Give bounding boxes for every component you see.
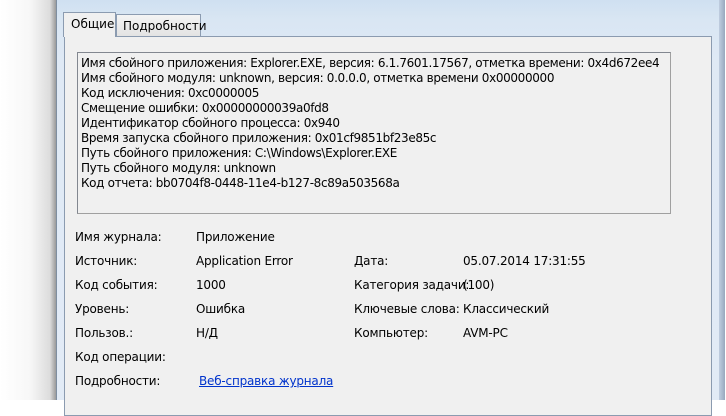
date-label: Дата: [354, 254, 389, 268]
event-log-online-help-link[interactable]: Веб-справка журнала [199, 373, 333, 389]
background-shadow [0, 0, 56, 400]
description-line: Имя сбойного приложения: Explorer.EXE, в… [81, 56, 660, 70]
user-label: Пользов.: [75, 326, 133, 340]
log-name-label: Имя журнала: [75, 230, 162, 244]
keywords-label: Ключевые слова: [354, 302, 460, 316]
description-line: Идентификатор сбойного процесса: 0x940 [81, 116, 340, 130]
description-line: Код отчета: bb0704f8-0448-11e4-b127-8c89… [81, 176, 400, 190]
description-line: Путь сбойного приложения: C:\Windows\Exp… [81, 146, 397, 160]
tab-details-label: Подробности [123, 19, 207, 33]
description-line: Смещение ошибки: 0x00000000039a0fd8 [81, 101, 329, 115]
keywords-value[interactable]: Классический [463, 301, 549, 317]
source-value[interactable]: Application Error [196, 253, 293, 269]
tab-details[interactable]: Подробности [116, 14, 207, 36]
description-line: Время запуска сбойного приложения: 0x01c… [81, 131, 437, 145]
level-value[interactable]: Ошибка [196, 301, 245, 317]
date-value[interactable]: 05.07.2014 17:31:55 [463, 253, 586, 269]
task-category-label: Категория задачи: [354, 278, 470, 292]
event-description-box[interactable]: Имя сбойного приложения: Explorer.EXE, в… [77, 52, 671, 214]
tab-general-label: Общие [71, 17, 115, 31]
user-value[interactable]: Н/Д [196, 325, 218, 341]
computer-value[interactable]: AVM-PC [463, 325, 508, 341]
source-label: Источник: [75, 254, 138, 268]
description-line: Имя сбойного модуля: unknown, версия: 0.… [81, 71, 555, 85]
opcode-label: Код операции: [75, 350, 166, 364]
event-id-value[interactable]: 1000 [196, 277, 226, 293]
description-line: Код исключения: 0xc0000005 [81, 86, 260, 100]
task-category-value[interactable]: (100) [463, 277, 494, 293]
window-right-border [719, 0, 725, 400]
tab-general[interactable]: Общие [63, 12, 116, 37]
description-line: Путь сбойного модуля: unknown [81, 161, 276, 175]
level-label: Уровень: [75, 302, 130, 316]
computer-label: Компьютер: [354, 326, 428, 340]
more-info-label: Подробности: [75, 374, 161, 388]
event-id-label: Код события: [75, 278, 158, 292]
log-name-value[interactable]: Приложение [196, 229, 275, 245]
